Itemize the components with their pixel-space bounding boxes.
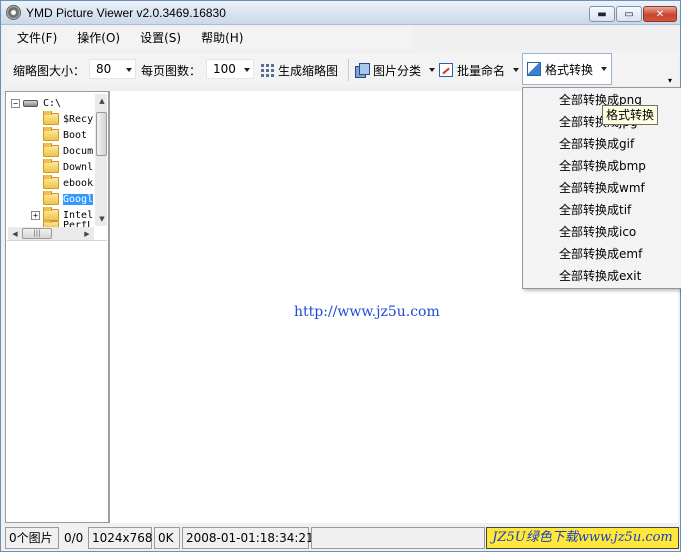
status-empty-cell	[311, 527, 485, 549]
minimize-button[interactable]: ▬	[589, 6, 615, 22]
folder-label: Intel	[63, 209, 94, 221]
tree-horizontal-scrollbar[interactable]: ◀ ||| ▶	[8, 227, 94, 240]
menu-item-tif[interactable]: 全部转换成tif	[559, 199, 631, 221]
folder-icon	[43, 143, 59, 157]
chevron-down-icon	[601, 67, 608, 71]
batch-rename-button[interactable]: 批量命名	[439, 59, 520, 81]
folder-label: Boot	[63, 129, 88, 141]
folder-tree-panel: − C:\ $Recy Boot Docum Downl ebook Googl…	[5, 91, 109, 523]
folder-icon	[43, 175, 59, 189]
expand-icon[interactable]: +	[31, 210, 40, 220]
rename-icon	[439, 63, 453, 77]
folder-icon	[43, 159, 59, 173]
per-page-label: 每页图数：	[141, 64, 202, 78]
menu-bar: 文件(F) 操作(O) 设置(S) 帮助(H)	[7, 27, 413, 49]
toolbar: 缩略图大小： 80 每页图数： 100 生成缩略图 图片分类 批量命名 格式转换	[7, 53, 678, 85]
brand-badge: JZ5U绿色下载www.jz5u.com	[486, 527, 679, 549]
folder-icon	[43, 207, 59, 221]
batch-rename-label: 批量命名	[457, 63, 506, 78]
tree-root-label: C:\	[43, 97, 62, 109]
menu-item-ico[interactable]: 全部转换成ico	[559, 221, 636, 243]
folder-icon	[43, 111, 59, 125]
format-convert-label: 格式转换	[545, 62, 594, 77]
classify-button[interactable]: 图片分类	[355, 59, 436, 81]
title-bar[interactable]: YMD Picture Viewer v2.0.3469.16830 ▬ ▭ ✕	[1, 1, 680, 25]
toolbar-overflow-icon[interactable]: ▾	[668, 77, 676, 85]
scroll-up-icon[interactable]: ▲	[95, 94, 107, 108]
status-image-count: 0个图片	[5, 527, 59, 549]
tree-root[interactable]: − C:\	[11, 95, 98, 111]
maximize-button[interactable]: ▭	[616, 6, 642, 22]
thumb-size-combo[interactable]: 80	[89, 59, 136, 79]
menu-item-bmp[interactable]: 全部转换成bmp	[559, 155, 646, 177]
thumb-size-value: 80	[96, 62, 112, 76]
chevron-down-icon	[429, 68, 436, 72]
folder-icon	[43, 127, 59, 141]
menu-item-gif[interactable]: 全部转换成gif	[559, 133, 634, 155]
chevron-down-icon	[126, 68, 132, 72]
thumb-size-label: 缩略图大小：	[13, 64, 86, 78]
scroll-thumb[interactable]	[96, 112, 107, 156]
folder-label: ebook	[63, 177, 94, 189]
chevron-down-icon	[513, 68, 520, 72]
status-size: 0K	[154, 527, 180, 549]
folder-label: Googl	[63, 193, 94, 205]
status-datetime: 2008-01-01:18:34:21	[182, 527, 314, 549]
app-logo-icon[interactable]	[6, 5, 21, 20]
menu-item-wmf[interactable]: 全部转换成wmf	[559, 177, 645, 199]
format-convert-button[interactable]: 格式转换	[522, 53, 613, 85]
folder-icon	[43, 191, 59, 205]
grid-icon	[261, 63, 274, 77]
drive-icon	[23, 99, 38, 107]
menu-file[interactable]: 文件(F)	[7, 28, 67, 48]
per-page-value: 100	[213, 62, 236, 76]
menu-item-exit[interactable]: 全部转换成exit	[559, 265, 641, 287]
convert-icon	[527, 62, 541, 76]
per-page-combo[interactable]: 100	[206, 59, 254, 79]
menu-help[interactable]: 帮助(H)	[191, 28, 253, 48]
menu-operate[interactable]: 操作(O)	[67, 28, 130, 48]
window-title: YMD Picture Viewer v2.0.3469.16830	[26, 6, 226, 20]
watermark-url: http://www.jz5u.com	[294, 304, 440, 320]
status-position: 0/0	[60, 527, 86, 549]
scroll-left-icon[interactable]: ◀	[8, 227, 22, 240]
folder-label: $Recy	[63, 113, 94, 125]
status-bar: 0个图片 0/0 1024x768 0K 2008-01-01:18:34:21…	[1, 525, 680, 551]
generate-thumbs-button[interactable]: 生成缩略图	[261, 59, 338, 81]
scroll-thumb[interactable]: |||	[22, 228, 52, 239]
chevron-down-icon	[244, 68, 250, 72]
tree-vertical-scrollbar[interactable]: ▲ ▼	[95, 94, 107, 226]
app-window: YMD Picture Viewer v2.0.3469.16830 ▬ ▭ ✕…	[0, 0, 681, 552]
scroll-right-icon[interactable]: ▶	[80, 227, 94, 240]
pictures-stack-icon	[355, 63, 370, 78]
tooltip: 格式转换	[602, 105, 659, 125]
generate-thumbs-label: 生成缩略图	[278, 63, 339, 78]
menu-item-emf[interactable]: 全部转换成emf	[559, 243, 642, 265]
toolbar-separator	[348, 59, 349, 81]
collapse-icon[interactable]: −	[11, 98, 20, 108]
folder-tree[interactable]: − C:\ $Recy Boot Docum Downl ebook Googl…	[7, 93, 107, 241]
folder-label: Docum	[63, 145, 94, 157]
classify-label: 图片分类	[373, 63, 422, 78]
close-button[interactable]: ✕	[643, 6, 677, 22]
status-dimensions: 1024x768	[88, 527, 153, 549]
folder-label: Downl	[63, 161, 94, 173]
menu-settings[interactable]: 设置(S)	[130, 28, 191, 48]
scroll-down-icon[interactable]: ▼	[95, 212, 107, 226]
menu-gutter	[523, 88, 547, 288]
